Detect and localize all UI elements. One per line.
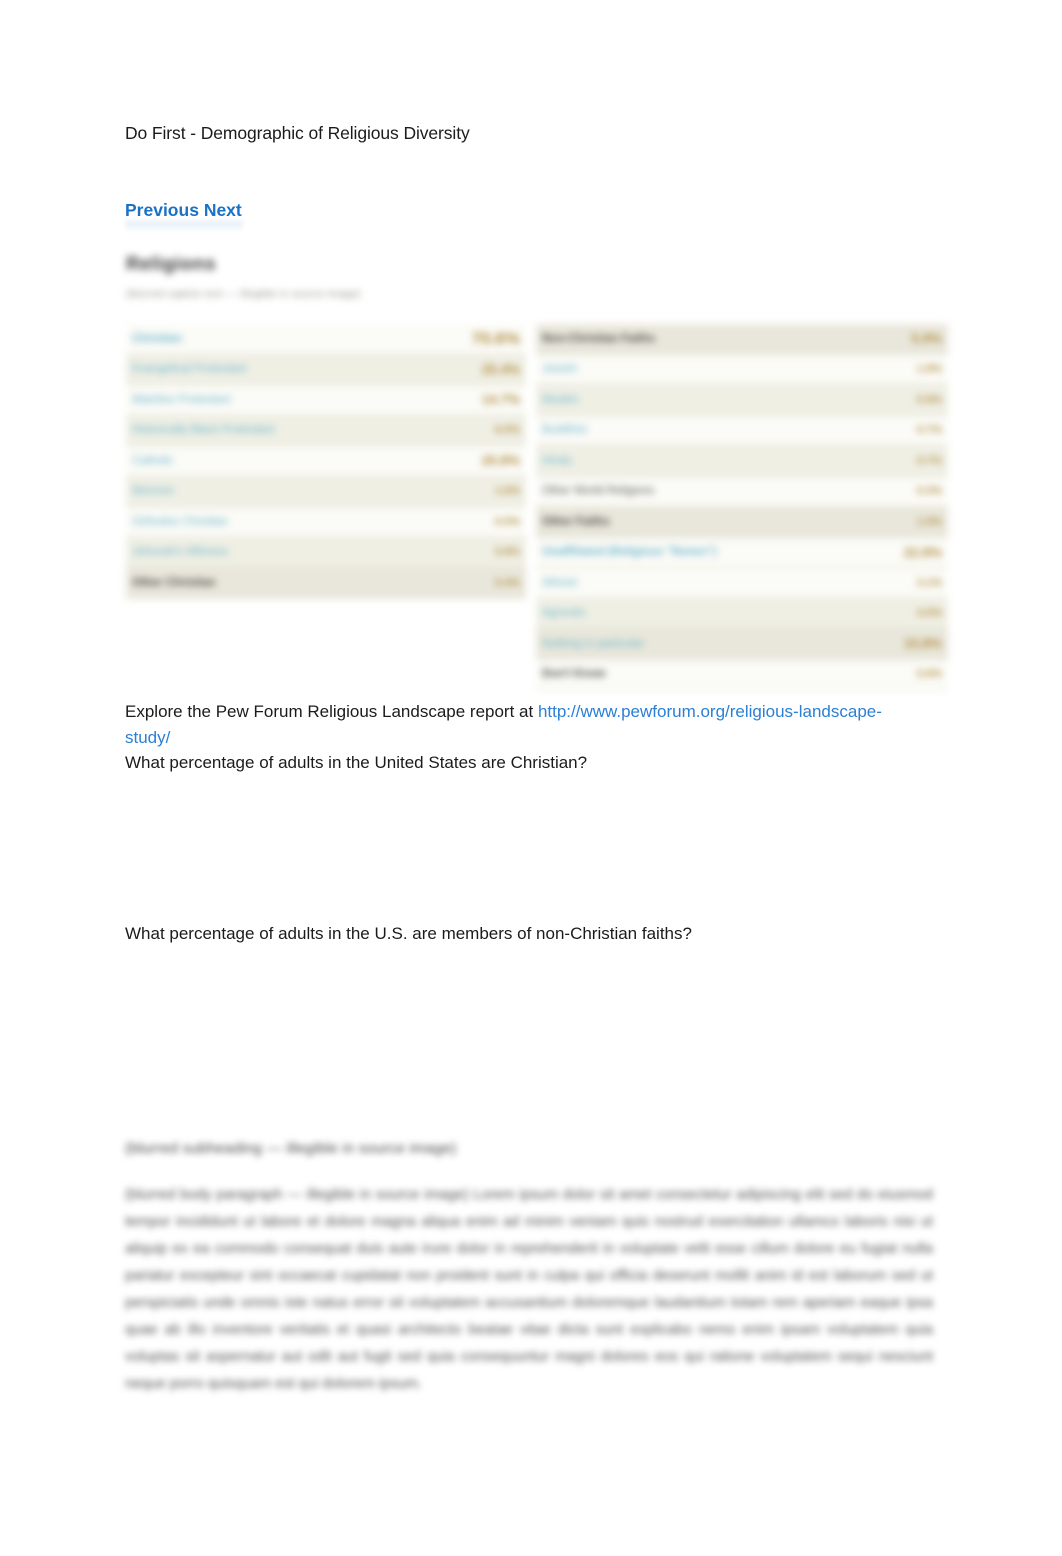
- pagination-nav: Previous Next: [125, 199, 242, 222]
- table-row: Other Faiths 1.5%: [536, 506, 948, 538]
- table-cell-label[interactable]: Jewish: [536, 354, 874, 385]
- table-cell-label: Other Faiths: [536, 506, 874, 538]
- page-title: Do First - Demographic of Religious Dive…: [125, 123, 470, 143]
- table-cell-value: 20.8%: [452, 445, 526, 477]
- table-row: Nothing in particular 15.8%: [536, 628, 948, 660]
- table-cell-value: 1.6%: [452, 476, 526, 507]
- table-cell-value: 6.5%: [452, 415, 526, 446]
- table-cell-label[interactable]: Orthodox Christian: [126, 506, 452, 538]
- question-1-text: What percentage of adults in the United …: [125, 753, 588, 772]
- table-cell-value: 0.5%: [452, 506, 526, 538]
- table-cell-label[interactable]: Nothing in particular: [536, 628, 874, 660]
- table-cell-value: 70.6%: [452, 324, 526, 355]
- table-cell-label[interactable]: Unaffiliated (Religious "Nones"): [536, 537, 874, 568]
- table-cell-label[interactable]: Hindu: [536, 445, 874, 477]
- table-cell-label[interactable]: Agnostic: [536, 598, 874, 629]
- table-cell-label[interactable]: Christian: [126, 324, 452, 355]
- table-cell-label[interactable]: Historically Black Protestant: [126, 415, 452, 446]
- table-row: Jewish 1.9%: [536, 354, 948, 385]
- table-cell-value: 3.1%: [874, 567, 948, 599]
- nav-highlight-band: [125, 221, 243, 232]
- table-cell-value: 0.7%: [874, 415, 948, 446]
- table-cell-label: Non-Christian Faiths: [536, 324, 874, 355]
- next-link[interactable]: Next: [204, 200, 242, 220]
- table-cell-value: 0.3%: [874, 476, 948, 507]
- explore-block: Explore the Pew Forum Religious Landscap…: [125, 699, 925, 776]
- table-row: Hindu 0.7%: [536, 445, 948, 477]
- table-cell-value: 15.8%: [874, 628, 948, 660]
- table-cell-value: 1.5%: [874, 506, 948, 538]
- religions-table-left: Christian 70.6% Evangelical Protestant 25.4…: [126, 324, 526, 599]
- table-cell-value: 22.8%: [874, 537, 948, 568]
- table-row: Evangelical Protestant 25.4%: [126, 354, 526, 385]
- table-cell-label: Don't Know: [536, 659, 874, 690]
- table-row: Historically Black Protestant 6.5%: [126, 415, 526, 446]
- table-cell-label[interactable]: Atheist: [536, 567, 874, 599]
- bottom-article: (blurred subheading — illegible in sourc…: [125, 1138, 933, 1398]
- table-cell-value: 0.9%: [874, 384, 948, 416]
- question-2-block: What percentage of adults in the U.S. ar…: [125, 921, 925, 947]
- article-body: (blurred body paragraph — illegible in s…: [125, 1187, 933, 1392]
- table-cell-value: 25.4%: [452, 354, 526, 385]
- figure-heading: Religions: [126, 254, 217, 275]
- religions-table-right: Non-Christian Faiths 5.9% Jewish 1.9% Muslim…: [536, 324, 948, 690]
- table-row: Mormon 1.6%: [126, 476, 526, 507]
- table-row: Don't Know 0.6%: [536, 659, 948, 690]
- pew-figure-blur-layer: Religions (blurred caption text — illegi…: [118, 246, 948, 690]
- table-cell-label[interactable]: Evangelical Protestant: [126, 354, 452, 385]
- table-cell-value: 14.7%: [452, 384, 526, 416]
- table-cell-value: 0.4%: [452, 567, 526, 599]
- table-cell-value: 1.9%: [874, 354, 948, 385]
- table-row: Christian 70.6%: [126, 324, 526, 355]
- article-heading: (blurred subheading — illegible in sourc…: [125, 1140, 457, 1157]
- table-cell-label[interactable]: Catholic: [126, 445, 452, 477]
- explore-prefix-text: Explore the Pew Forum Religious Landscap…: [125, 702, 538, 721]
- table-cell-value: 5.9%: [874, 324, 948, 355]
- table-row: Atheist 3.1%: [536, 567, 948, 599]
- table-cell-value: 0.7%: [874, 445, 948, 477]
- religions-table-left-body: Christian 70.6% Evangelical Protestant 25.4…: [126, 324, 526, 599]
- table-row: Catholic 20.8%: [126, 445, 526, 477]
- table-cell-label: Other Christian: [126, 567, 452, 599]
- previous-link[interactable]: Previous: [125, 200, 199, 220]
- table-row: Other Christian 0.4%: [126, 567, 526, 599]
- table-row: Mainline Protestant 14.7%: [126, 384, 526, 416]
- table-cell-label[interactable]: Mainline Protestant: [126, 384, 452, 416]
- table-row: Non-Christian Faiths 5.9%: [536, 324, 948, 355]
- table-cell-value: 4.0%: [874, 598, 948, 629]
- document-page: Do First - Demographic of Religious Dive…: [0, 0, 1062, 1556]
- table-cell-label[interactable]: Mormon: [126, 476, 452, 507]
- religions-table-right-body: Non-Christian Faiths 5.9% Jewish 1.9% Muslim…: [536, 324, 948, 690]
- table-row: Other World Religions 0.3%: [536, 476, 948, 507]
- table-cell-label[interactable]: Buddhist: [536, 415, 874, 446]
- table-cell-value: 0.6%: [874, 659, 948, 690]
- table-row: Agnostic 4.0%: [536, 598, 948, 629]
- table-row: Unaffiliated (Religious "Nones") 22.8%: [536, 537, 948, 568]
- figure-subheading: (blurred caption text — illegible in sou…: [126, 288, 361, 300]
- table-cell-label[interactable]: Muslim: [536, 384, 874, 416]
- table-cell-label[interactable]: Jehovah's Witness: [126, 537, 452, 568]
- question-2-text: What percentage of adults in the U.S. ar…: [125, 924, 692, 943]
- table-row: Muslim 0.9%: [536, 384, 948, 416]
- table-cell-label: Other World Religions: [536, 476, 874, 507]
- table-cell-value: 0.8%: [452, 537, 526, 568]
- table-row: Jehovah's Witness 0.8%: [126, 537, 526, 568]
- table-row: Buddhist 0.7%: [536, 415, 948, 446]
- table-row: Orthodox Christian 0.5%: [126, 506, 526, 538]
- pew-religions-figure: Religions (blurred caption text — illegi…: [118, 246, 948, 690]
